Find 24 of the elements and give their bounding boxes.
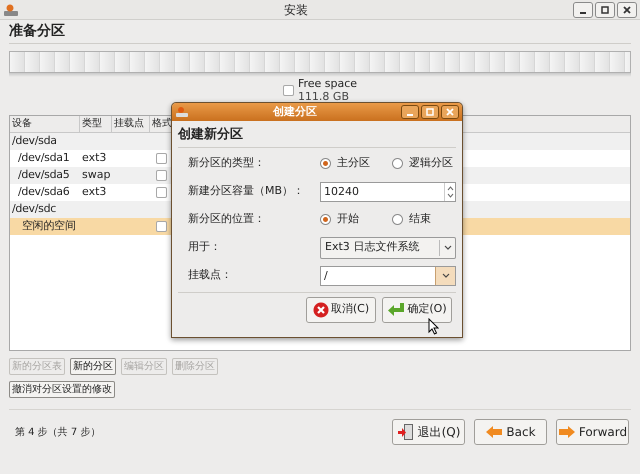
device-cell-text: /dev/sdc bbox=[11, 201, 58, 218]
radio-label: 开始 bbox=[337, 211, 359, 228]
type-cell-text: ext3 bbox=[81, 150, 108, 166]
device-cell-text: /dev/sda1 bbox=[17, 150, 70, 166]
legend-label: Free space bbox=[298, 77, 358, 90]
radio-label: 主分区 bbox=[337, 155, 370, 172]
dialog-title: 创建分区 bbox=[272, 104, 318, 120]
field-label: 新分区的类型： bbox=[188, 155, 266, 172]
device-cell-text: /dev/sda6 bbox=[17, 184, 70, 200]
field-label: 新建分区容量（MB）： bbox=[188, 183, 306, 200]
device-cell-text: /dev/sda5 bbox=[17, 167, 70, 184]
step-indicator: 第 4 步（共 7 步） bbox=[14, 426, 102, 440]
device-cell-text: /dev/sda bbox=[11, 133, 58, 150]
page-title: 准备分区 bbox=[9, 22, 66, 41]
field-label: 新分区的位置： bbox=[188, 211, 266, 228]
radio-label: 逻辑分区 bbox=[409, 155, 453, 172]
type-cell-text: ext3 bbox=[81, 184, 108, 200]
radio-label: 结束 bbox=[409, 211, 431, 228]
window-title: 安装 bbox=[283, 2, 309, 18]
device-cell-text: 空闲的空间 bbox=[21, 218, 77, 234]
field-label: 用于： bbox=[188, 239, 222, 256]
legend-size: 111.8 GB bbox=[298, 90, 350, 103]
field-label: 挂载点： bbox=[188, 267, 233, 284]
type-cell-text: swap bbox=[81, 167, 112, 184]
